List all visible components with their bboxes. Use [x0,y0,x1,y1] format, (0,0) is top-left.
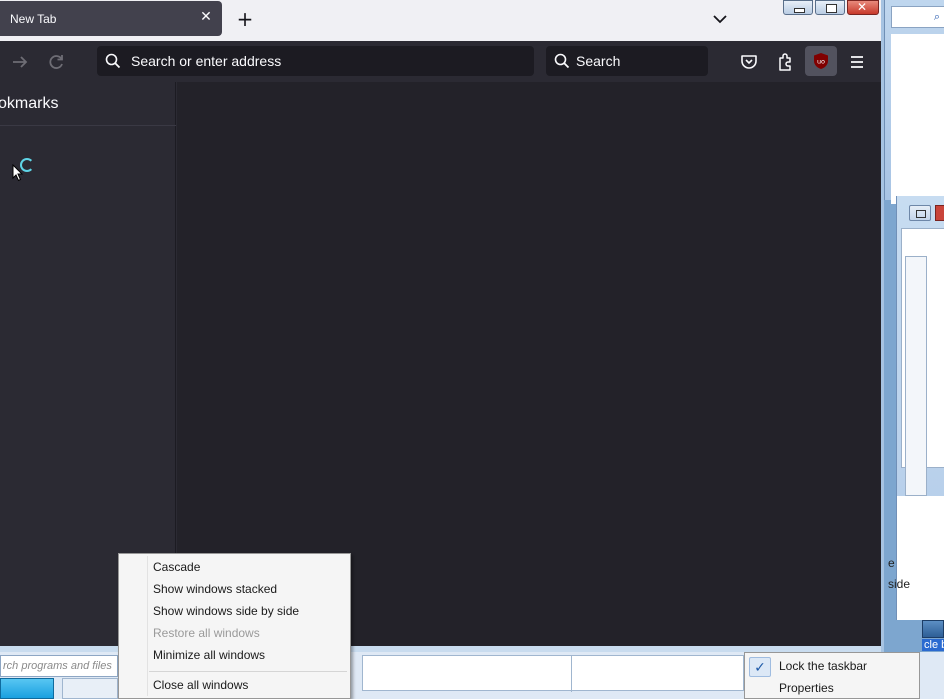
search-bar[interactable]: Search [546,46,708,76]
search-icon [554,53,570,69]
start-search-box[interactable]: rch programs and files [0,655,118,677]
checkmark-icon: ✓ [749,657,771,677]
nav-toolbar: Search or enter address Search uo [0,41,881,82]
close-button[interactable] [935,205,944,221]
background-window-content [891,34,944,204]
taskbar-button-active[interactable] [0,678,54,699]
recycle-bin-icon [922,620,944,638]
menu-item-cascade[interactable]: Cascade [153,560,200,574]
background-search-box[interactable]: ⌕ [891,6,944,28]
background-window-1: ⌕ [884,0,944,204]
tab-title: New Tab [10,12,57,26]
taskbar-panel-divider [571,656,572,692]
window-arrange-context-menu: Cascade Show windows stacked Show window… [118,553,351,699]
desktop-icon-label: cle b [922,639,944,651]
sidebar-header: okmarks [0,82,176,126]
reload-icon[interactable] [45,51,67,73]
menu-gutter [147,556,148,696]
ublock-label: uo [817,58,825,66]
background-window-2 [896,196,944,620]
tab-new-tab[interactable]: New Tab ✕ [0,1,222,36]
menu-item-show-windows-side-by-side[interactable]: Show windows side by side [153,604,299,618]
minimize-button[interactable] [783,0,813,15]
close-icon[interactable]: ✕ [198,9,214,25]
desktop-icon-recycle-bin[interactable]: cle b [922,620,944,651]
background-window-lower [897,496,944,620]
taskbar-button[interactable] [62,678,118,699]
background-text-e: e [888,556,895,570]
menu-icon[interactable] [845,50,869,74]
maximize-button[interactable] [815,0,845,15]
address-bar[interactable]: Search or enter address [97,46,534,76]
extensions-icon[interactable] [773,50,797,74]
search-bar-placeholder: Search [576,53,621,69]
background-text-side: side [888,577,911,591]
chevron-down-icon[interactable] [710,10,730,28]
menu-item-properties[interactable]: Properties [779,681,834,696]
restore-button[interactable] [909,205,931,221]
start-search-placeholder: rch programs and files [3,660,112,672]
mouse-cursor-icon [12,164,24,182]
taskbar-context-menu: ✓ Lock the taskbar Properties [744,652,920,699]
menu-item-restore-all-windows: Restore all windows [153,626,260,640]
search-icon [105,53,121,69]
menu-item-show-windows-stacked[interactable]: Show windows stacked [153,582,277,596]
sidebar-title: okmarks [0,95,59,112]
plus-icon[interactable]: + [234,8,256,30]
tab-bar: New Tab ✕ + [0,0,881,41]
menu-item-minimize-all-windows[interactable]: Minimize all windows [153,648,265,662]
menu-separator [149,671,347,672]
ublock-button[interactable]: uo [805,46,837,76]
window-close-button[interactable] [847,0,879,15]
search-icon: ⌕ [933,10,940,23]
background-window-list [905,256,927,496]
forward-arrow-icon[interactable] [9,51,31,73]
ublock-icon: uo [814,53,828,69]
address-bar-placeholder: Search or enter address [131,53,282,69]
pocket-icon[interactable] [737,50,761,74]
menu-item-close-all-windows[interactable]: Close all windows [153,678,248,692]
taskbar-panel [362,655,744,692]
menu-item-lock-the-taskbar[interactable]: Lock the taskbar [779,659,867,673]
